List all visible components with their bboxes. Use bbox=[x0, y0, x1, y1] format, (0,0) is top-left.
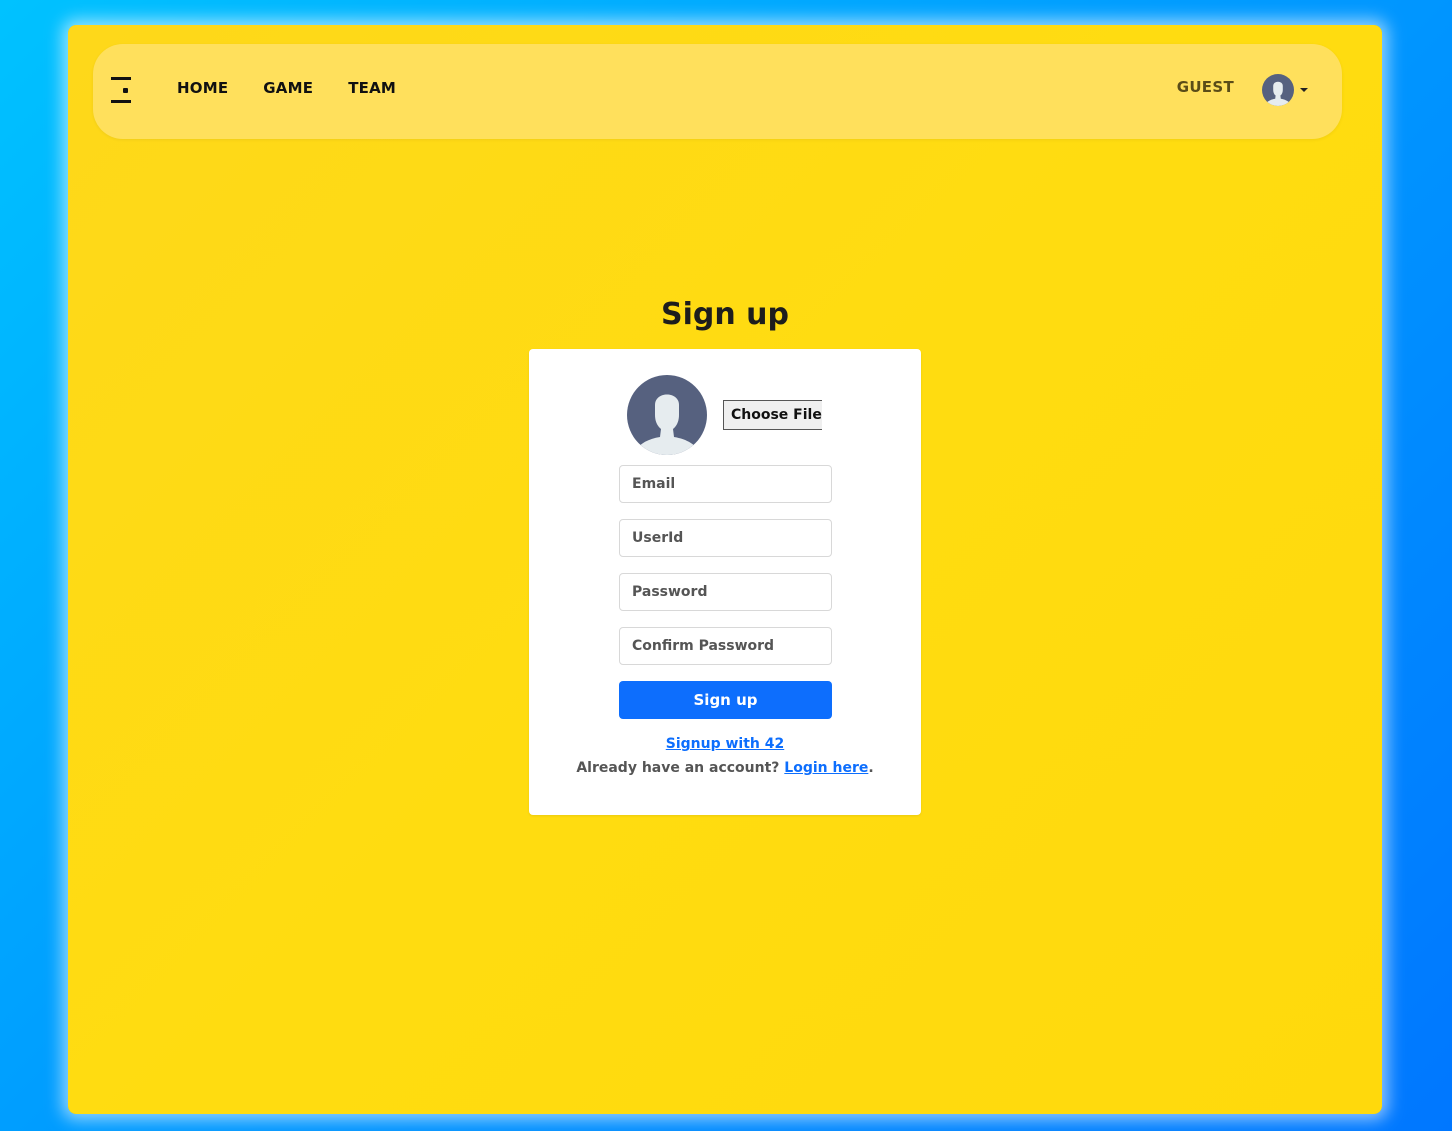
user-menu-dropdown[interactable] bbox=[1262, 74, 1312, 108]
login-here-link[interactable]: Login here bbox=[784, 760, 868, 776]
page-title: Sign up bbox=[661, 297, 789, 332]
logo-bar-top bbox=[111, 77, 131, 80]
guest-label: GUEST bbox=[1176, 78, 1234, 96]
logo-dot bbox=[123, 88, 128, 93]
user-avatar-icon bbox=[1262, 74, 1294, 106]
login-prompt-text: Already have an account? bbox=[576, 760, 780, 776]
confirm-password-field[interactable] bbox=[619, 627, 832, 665]
nav-links: HOME GAME TEAM bbox=[177, 79, 396, 97]
signup-with-42-link[interactable]: Signup with 42 bbox=[666, 736, 784, 752]
signup-submit-button[interactable]: Sign up bbox=[619, 681, 832, 719]
choose-file-button[interactable]: Choose File bbox=[723, 400, 822, 430]
navbar: HOME GAME TEAM GUEST bbox=[93, 44, 1342, 139]
login-prompt-row: Already have an account? Login here. bbox=[529, 760, 921, 776]
menu-logo-icon[interactable] bbox=[111, 77, 131, 103]
nav-team-link[interactable]: TEAM bbox=[348, 79, 396, 97]
app-frame: HOME GAME TEAM GUEST Sign up Choose File… bbox=[68, 25, 1382, 1114]
login-suffix: . bbox=[868, 760, 874, 776]
nav-home-link[interactable]: HOME bbox=[177, 79, 228, 97]
userid-field[interactable] bbox=[619, 519, 832, 557]
signup-42-row: Signup with 42 bbox=[529, 736, 921, 752]
email-field[interactable] bbox=[619, 465, 832, 503]
logo-bar-bottom bbox=[111, 100, 131, 103]
signup-card: Choose File Sign up Signup with 42 Alrea… bbox=[529, 349, 921, 815]
caret-down-icon bbox=[1300, 88, 1308, 92]
default-avatar-icon bbox=[627, 375, 707, 455]
nav-game-link[interactable]: GAME bbox=[263, 79, 313, 97]
password-field[interactable] bbox=[619, 573, 832, 611]
